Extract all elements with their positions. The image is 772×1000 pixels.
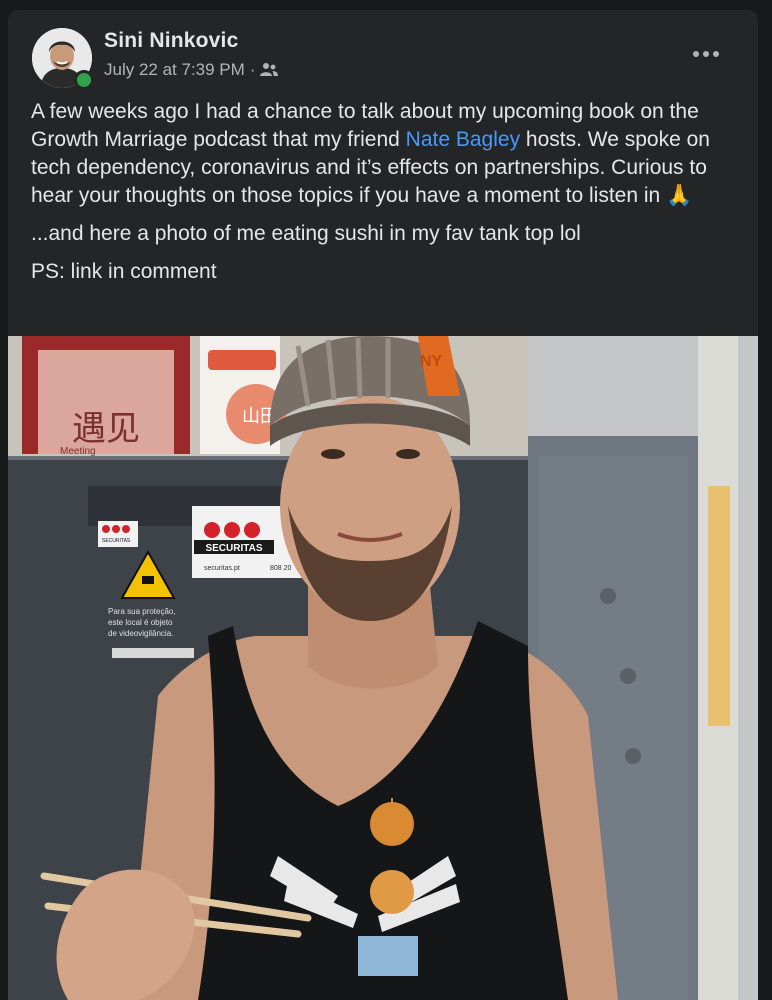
post-paragraph-2: ...and here a photo of me eating sushi i… — [31, 222, 581, 245]
online-status-dot — [74, 70, 94, 90]
securitas-phone: 808 20 — [270, 565, 292, 572]
photo-illustration: 遇见 Meeting 山田 SECURITAS securitas.pt 808… — [8, 336, 758, 1000]
cap-logo: NY — [420, 353, 443, 370]
poster-text: 遇见 — [72, 409, 140, 449]
post-paragraph-1: A few weeks ago I had a chance to talk a… — [31, 98, 736, 210]
post-body: A few weeks ago I had a chance to talk a… — [31, 98, 736, 286]
post-paragraph-3: PS: link in comment — [31, 260, 217, 283]
meta-separator: · — [249, 60, 256, 79]
warning-line-1: Para sua proteção, — [108, 607, 176, 616]
securitas-small-text: SECURITAS — [102, 538, 131, 544]
poster-sub-text: Meeting — [60, 446, 96, 457]
post-photo[interactable]: 遇见 Meeting 山田 SECURITAS securitas.pt 808… — [8, 336, 758, 1000]
post-meta: July 22 at 7:39 PM · — [104, 60, 279, 80]
friends-icon[interactable] — [260, 62, 279, 78]
post-timestamp[interactable]: July 22 at 7:39 PM — [104, 60, 245, 80]
warning-line-2: este local é objeto — [108, 618, 173, 627]
warning-line-3: de videovigilância. — [108, 629, 173, 638]
tagged-friend-link[interactable]: Nate Bagley — [406, 128, 520, 151]
post-card: Sini Ninkovic July 22 at 7:39 PM · A few… — [8, 10, 758, 1000]
more-options-icon[interactable] — [686, 40, 726, 68]
securitas-logo-text: SECURITAS — [205, 543, 262, 554]
author-name[interactable]: Sini Ninkovic — [104, 29, 238, 53]
praying-hands-emoji: 🙏 — [666, 184, 693, 207]
securitas-website: securitas.pt — [204, 565, 240, 572]
post-header: Sini Ninkovic July 22 at 7:39 PM · — [8, 10, 758, 96]
